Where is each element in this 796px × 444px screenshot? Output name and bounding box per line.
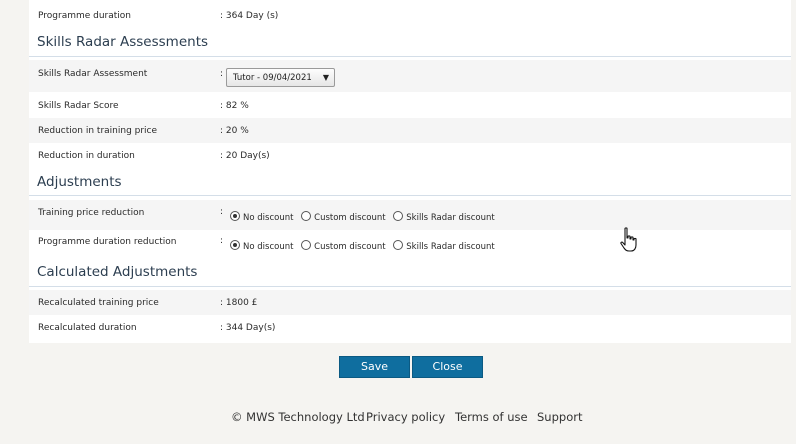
programme-duration-label: Programme duration [38,11,132,21]
skills-radar-assessment-row: Skills Radar Assessment : [29,60,791,92]
recalculated-duration-label: Recalculated duration [38,323,137,333]
footer-support-link[interactable]: Support [537,410,582,424]
skills-radar-assessment-select[interactable]: Tutor - 09/04/2021 ▼ [226,68,335,87]
price-reduction-value: : 20 % [220,126,249,136]
assessment-colon: : [220,69,224,79]
radio-unchecked-icon[interactable] [301,240,312,250]
section-divider [29,286,791,287]
option-custom-discount[interactable]: Custom discount [301,211,386,223]
adjustments-heading: Adjustments [37,174,122,190]
recalculated-price-row: Recalculated training price : 1800 £ [29,290,791,315]
training-price-reduction-label: Training price reduction [38,208,145,218]
programme-duration-value: : 364 Day (s) [220,11,279,21]
recalculated-price-label: Recalculated training price [38,298,159,308]
option-skills-radar-discount[interactable]: Skills Radar discount [393,211,495,223]
training-price-options: No discount Custom discount Skills Radar… [230,211,500,223]
skills-radar-assessment-label: Skills Radar Assessment [38,69,148,79]
skills-radar-heading: Skills Radar Assessments [37,34,209,50]
radio-checked-icon[interactable] [230,240,240,250]
save-button[interactable]: Save [339,356,410,378]
calculated-adjustments-heading: Calculated Adjustments [37,264,198,280]
radio-checked-icon[interactable] [230,211,240,221]
programme-duration-reduction-row: Programme duration reduction : No discou… [29,230,791,258]
training-price-reduction-row: Training price reduction : No discount C… [29,200,791,230]
radio-unchecked-icon[interactable] [393,211,404,221]
training-price-colon: : [220,207,224,217]
select-value: Tutor - 09/04/2021 [233,73,312,83]
section-divider [29,195,791,196]
skills-radar-score-row: Skills Radar Score : 82 % [29,93,791,118]
section-divider [29,56,791,57]
programme-duration-options: No discount Custom discount Skills Radar… [230,240,500,252]
footer-terms-link[interactable]: Terms of use [455,410,528,424]
programme-duration-row: Programme duration : 364 Day (s) [29,3,791,28]
recalculated-duration-value: : 344 Day(s) [220,323,276,333]
chevron-down-icon: ▼ [322,73,329,82]
recalculated-duration-row: Recalculated duration : 344 Day(s) [29,315,791,340]
option-custom-discount[interactable]: Custom discount [301,240,386,252]
duration-reduction-value: : 20 Day(s) [220,151,270,161]
hand-pointer-icon [620,227,637,252]
duration-reduction-row: Reduction in duration : 20 Day(s) [29,143,791,168]
programme-duration-reduction-label: Programme duration reduction [38,237,177,247]
duration-reduction-label: Reduction in duration [38,151,135,161]
option-skills-radar-discount[interactable]: Skills Radar discount [393,240,495,252]
option-no-discount[interactable]: No discount [230,211,293,223]
radio-unchecked-icon[interactable] [301,211,312,221]
skills-radar-score-value: : 82 % [220,101,249,111]
footer-copyright: © MWS Technology Ltd [231,410,365,424]
skills-radar-score-label: Skills Radar Score [38,101,119,111]
radio-unchecked-icon[interactable] [393,240,404,250]
recalculated-price-value: : 1800 £ [220,298,258,308]
price-reduction-label: Reduction in training price [38,126,158,136]
option-no-discount[interactable]: No discount [230,240,293,252]
close-button[interactable]: Close [412,356,483,378]
price-reduction-row: Reduction in training price : 20 % [29,118,791,143]
footer-privacy-link[interactable]: Privacy policy [366,410,445,424]
programme-duration-colon: : [220,236,224,246]
form-panel: Programme duration : 364 Day (s) Skills … [29,0,791,343]
